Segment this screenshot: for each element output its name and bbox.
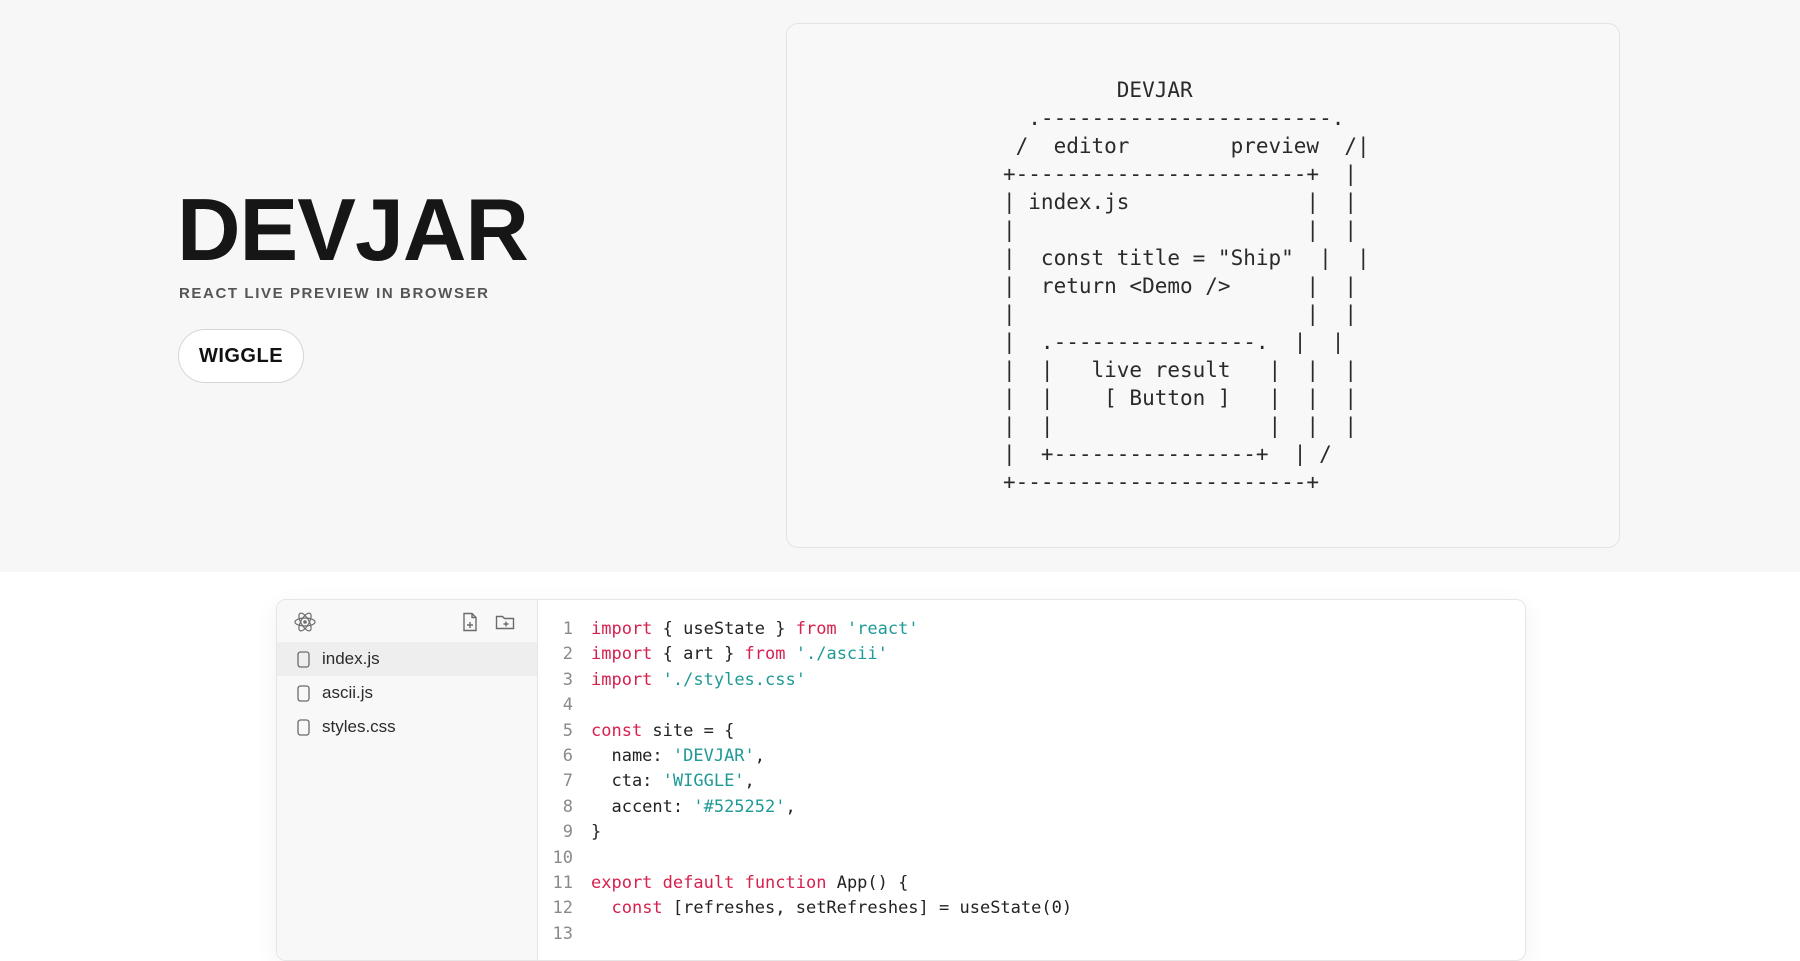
code-token: , [754, 746, 766, 767]
code-token: , [785, 796, 796, 817]
file-icon [297, 684, 310, 702]
code-line: 12 const [refreshes, setRefreshes] = use… [539, 896, 1073, 921]
code-token: import [591, 644, 653, 665]
code-token: './styles.css' [662, 669, 806, 690]
wiggle-button[interactable]: WIGGLE [178, 329, 304, 383]
line-number: 10 [552, 847, 573, 868]
file-name: index.js [322, 649, 380, 668]
line-number: 5 [562, 720, 573, 741]
line-number: 6 [562, 746, 573, 767]
line-number: 12 [552, 898, 573, 919]
code-line: 6 name: 'DEVJAR', [539, 744, 1072, 769]
file-icon [297, 718, 310, 736]
code-line: 5 const site = { [539, 719, 1072, 744]
code-line: 10 [539, 846, 1072, 871]
hero-section: DEVJAR REACT LIVE PREVIEW IN BROWSER WIG… [0, 0, 1800, 572]
code-line: 7 cta: 'WIGGLE', [539, 769, 1072, 794]
code-token: 'DEVJAR' [672, 746, 755, 767]
code-token: name: [591, 746, 673, 767]
code-token: import [591, 619, 653, 639]
code-token: 'react' [846, 619, 919, 639]
code-line: 3 import './styles.css' [539, 668, 1072, 693]
line-number: 1 [562, 619, 573, 639]
line-number: 13 [552, 923, 573, 944]
code-line: 9} [539, 820, 1072, 845]
line-number: 7 [562, 771, 573, 792]
code-token: from [795, 619, 837, 639]
code-line: 1 import { useState } from 'react' [539, 617, 1072, 642]
code-token: import [591, 669, 653, 690]
code-line: 4 [539, 693, 1072, 718]
code-token: export [591, 873, 653, 894]
code-token: cta: [591, 771, 663, 792]
code-token: { art } [652, 644, 745, 665]
code-token: [refreshes, setRefreshes] = useState(0) [662, 898, 1073, 919]
file-item[interactable]: styles.css [277, 710, 537, 744]
code-line: 13 [539, 922, 1072, 947]
line-number: 2 [562, 644, 573, 665]
ascii-art-card: DEVJAR .-----------------------. / edito… [786, 23, 1620, 548]
new-folder-icon[interactable] [494, 611, 516, 633]
code-token: 'WIGGLE' [662, 771, 745, 792]
file-item[interactable]: index.js [277, 642, 537, 676]
code-line: 8 accent: '#525252', [539, 795, 1072, 820]
code-token: './ascii' [795, 644, 888, 665]
explorer-header [277, 600, 537, 642]
code-token: const [611, 898, 663, 919]
line-number: 9 [562, 822, 573, 843]
line-number: 8 [562, 796, 573, 817]
brand-subtitle: REACT LIVE PREVIEW IN BROWSER [179, 285, 490, 302]
code-token: App() { [826, 873, 909, 894]
line-number: 3 [562, 669, 573, 690]
code-token: accent: [591, 796, 694, 817]
code-line: 2 import { art } from './ascii' [539, 642, 1072, 667]
line-number: 11 [552, 873, 573, 894]
file-name: ascii.js [322, 683, 374, 702]
line-number: 4 [562, 695, 573, 716]
code-area[interactable]: 1 import { useState } from 'react' 2 import… [539, 617, 1073, 947]
brand-title: DEVJAR [177, 180, 529, 279]
react-icon [294, 612, 316, 632]
code-token: site = { [642, 720, 735, 741]
code-token: } [591, 822, 602, 843]
new-file-icon[interactable] [459, 611, 481, 633]
file-icon [297, 650, 310, 668]
code-token: default [662, 873, 735, 894]
file-item[interactable]: ascii.js [277, 676, 537, 710]
code-token: from [744, 644, 786, 665]
ascii-art: DEVJAR .-----------------------. / edito… [1003, 78, 1370, 494]
code-token: const [591, 720, 643, 741]
code-token: function [744, 873, 827, 894]
code-line: 11 export default function App() { [539, 871, 1072, 896]
code-editor: index.js ascii.js styles.css 1 import { use… [276, 599, 1526, 961]
code-token: { useState } [652, 619, 796, 639]
file-name: styles.css [322, 717, 396, 736]
code-token: '#525252' [693, 796, 786, 817]
file-list: index.js ascii.js styles.css [277, 642, 537, 744]
file-explorer: index.js ascii.js styles.css [277, 600, 538, 960]
code-token: , [744, 771, 755, 792]
